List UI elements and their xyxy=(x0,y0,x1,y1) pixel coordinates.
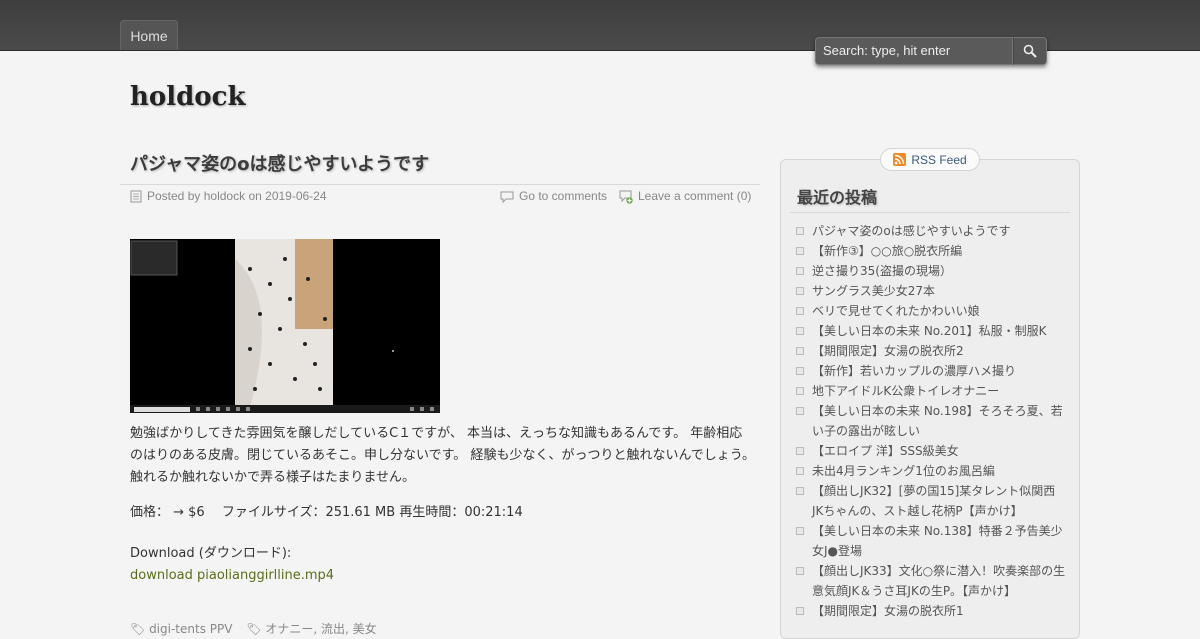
post-date: 2019-06-24 xyxy=(265,189,327,203)
list-bullet-icon xyxy=(796,307,804,315)
list-bullet-icon xyxy=(796,227,804,235)
tags-icon: 🏷 xyxy=(246,622,262,636)
recent-post-item[interactable]: パジャマ姿のoは感じやすいようです xyxy=(796,221,1066,241)
list-bullet-icon xyxy=(796,387,804,395)
nav-home-tab[interactable]: Home xyxy=(120,20,178,50)
recent-post-item[interactable]: 【期間限定】女湯の脱衣所1 xyxy=(796,601,1066,621)
recent-post-item[interactable]: 【エロイプ 洋】SSS級美女 xyxy=(796,441,1066,461)
recent-post-item[interactable]: 【美しい日本の未来 No.201】私服・制服K xyxy=(796,321,1066,341)
recent-post-link[interactable]: 地下アイドルK公衆トイレオナニー xyxy=(812,384,999,398)
post-meta-author: Posted by holdock on 2019-06-24 xyxy=(130,188,327,204)
recent-post-link[interactable]: 【エロイプ 洋】SSS級美女 xyxy=(812,444,959,458)
list-bullet-icon xyxy=(796,347,804,355)
list-bullet-icon xyxy=(796,267,804,275)
rss-feed-button[interactable]: RSS Feed xyxy=(880,148,980,171)
recent-post-link[interactable]: ベリで見せてくれたかわいい娘 xyxy=(812,304,980,318)
search-form: Search: type, hit enter xyxy=(815,37,1047,65)
list-bullet-icon xyxy=(796,607,804,615)
recent-post-item[interactable]: 未出4月ランキング1位のお風呂編 xyxy=(796,461,1066,481)
recent-post-item[interactable]: 【新作③】○○旅○脱衣所編 xyxy=(796,241,1066,261)
go-to-comments-label[interactable]: Go to comments xyxy=(519,189,607,203)
recent-post-item[interactable]: サングラス美少女27本 xyxy=(796,281,1066,301)
recent-post-link[interactable]: 【美しい日本の未来 No.138】特番２予告美少女J●登場 xyxy=(812,524,1063,558)
recent-post-item[interactable]: 【顔出しJK33】文化○祭に潜入！吹奏楽部の生意気顔JK＆うさ耳JKの生P。【声… xyxy=(796,561,1066,601)
recent-post-item[interactable]: 【新作】若いカップルの濃厚ハメ撮り xyxy=(796,361,1066,381)
post-title[interactable]: パジャマ姿のoは感じやすいようです xyxy=(130,150,429,176)
tag-icon: 🏷 xyxy=(130,622,146,636)
rss-icon xyxy=(893,153,907,166)
speech-bubble-icon xyxy=(500,191,514,203)
list-bullet-icon xyxy=(796,247,804,255)
list-bullet-icon xyxy=(796,287,804,295)
recent-post-item[interactable]: 【顔出しJK32】[夢の国15]某タレント似関西JKちゃんの、スト越し花柄P【声… xyxy=(796,481,1066,521)
recent-post-link[interactable]: 【新作】若いカップルの濃厚ハメ撮り xyxy=(812,364,1016,378)
list-bullet-icon xyxy=(796,367,804,375)
list-bullet-icon xyxy=(796,527,804,535)
recent-post-link[interactable]: 未出4月ランキング1位のお風呂編 xyxy=(812,464,995,478)
document-icon xyxy=(130,190,142,203)
video-screenshot xyxy=(130,239,440,413)
search-icon xyxy=(1023,44,1037,58)
post-content: 勉強ばかりしてきた雰囲気を醸しだしているC１ですが、 本当は、えっちな知識もある… xyxy=(130,423,755,587)
leave-comment-label[interactable]: Leave a comment (0) xyxy=(638,189,751,203)
posted-by-label: Posted by xyxy=(147,189,201,203)
list-bullet-icon xyxy=(796,487,804,495)
rss-label[interactable]: RSS Feed xyxy=(911,153,966,167)
recent-post-item[interactable]: 【美しい日本の未来 No.138】特番２予告美少女J●登場 xyxy=(796,521,1066,561)
recent-post-link[interactable]: 【美しい日本の未来 No.201】私服・制服K xyxy=(812,324,1047,338)
go-to-comments-link[interactable]: Go to comments xyxy=(500,188,607,204)
recent-post-link[interactable]: 逆さ撮り35(盗撮の現場） xyxy=(812,264,952,278)
search-input[interactable]: Search: type, hit enter xyxy=(815,37,1013,65)
post-tags-row: 🏷 digi-tents PPV 🏷 オナニー, 流出, 美女 xyxy=(130,620,377,637)
recent-post-link[interactable]: 【顔出しJK32】[夢の国15]某タレント似関西JKちゃんの、スト越し花柄P【声… xyxy=(812,484,1055,518)
recent-post-link[interactable]: 【新作③】○○旅○脱衣所編 xyxy=(812,244,962,258)
recent-post-link[interactable]: 【顔出しJK33】文化○祭に潜入！吹奏楽部の生意気顔JK＆うさ耳JKの生P。【声… xyxy=(812,564,1065,598)
list-bullet-icon xyxy=(796,467,804,475)
list-bullet-icon xyxy=(796,407,804,415)
recent-post-item[interactable]: 地下アイドルK公衆トイレオナニー xyxy=(796,381,1066,401)
recent-posts-list: パジャマ姿のoは感じやすいようです 【新作③】○○旅○脱衣所編 逆さ撮り35(盗撮の… xyxy=(796,221,1066,621)
recent-post-link[interactable]: パジャマ姿のoは感じやすいようです xyxy=(812,224,1011,238)
recent-post-item[interactable]: ベリで見せてくれたかわいい娘 xyxy=(796,301,1066,321)
download-label: Download (ダウンロード): xyxy=(130,546,292,561)
post-thumbnail-image[interactable] xyxy=(130,239,440,413)
recent-post-link[interactable]: 【美しい日本の未来 No.198】そろそろ夏、若い子の露出が眩しい xyxy=(812,404,1063,438)
leave-comment-link[interactable]: Leave a comment (0) xyxy=(619,188,751,204)
site-title[interactable]: holdock xyxy=(130,82,246,112)
recent-posts-title: 最近の投稿 xyxy=(797,188,878,207)
recent-post-link[interactable]: 【期間限定】女湯の脱衣所2 xyxy=(812,344,964,358)
date-prefix: on xyxy=(248,189,262,203)
list-bullet-icon xyxy=(796,567,804,575)
add-comment-icon xyxy=(619,190,633,204)
recent-post-item[interactable]: 【美しい日本の未来 No.198】そろそろ夏、若い子の露出が眩しい xyxy=(796,401,1066,441)
post-title-divider xyxy=(120,184,760,185)
recent-post-link[interactable]: サングラス美少女27本 xyxy=(812,284,935,298)
price-size-duration: 価格： → $6 ファイルサイズ：251.61 MB 再生時間：00:21:14 xyxy=(130,505,523,520)
recent-post-item[interactable]: 逆さ撮り35(盗撮の現場） xyxy=(796,261,1066,281)
recent-post-item[interactable]: 【期間限定】女湯の脱衣所2 xyxy=(796,341,1066,361)
search-button[interactable] xyxy=(1013,37,1047,65)
list-bullet-icon xyxy=(796,447,804,455)
post-description: 勉強ばかりしてきた雰囲気を醸しだしているC１ですが、 本当は、えっちな知識もある… xyxy=(130,426,756,485)
post-tags[interactable]: オナニー, 流出, 美女 xyxy=(265,622,376,636)
list-bullet-icon xyxy=(796,327,804,335)
recent-post-link[interactable]: 【期間限定】女湯の脱衣所1 xyxy=(812,604,964,618)
author-link[interactable]: holdock xyxy=(204,189,245,203)
category-tags[interactable]: digi-tents PPV xyxy=(149,622,232,636)
download-link[interactable]: download piaolianggirlline.mp4 xyxy=(130,568,334,583)
widget-title-divider xyxy=(790,212,1070,213)
